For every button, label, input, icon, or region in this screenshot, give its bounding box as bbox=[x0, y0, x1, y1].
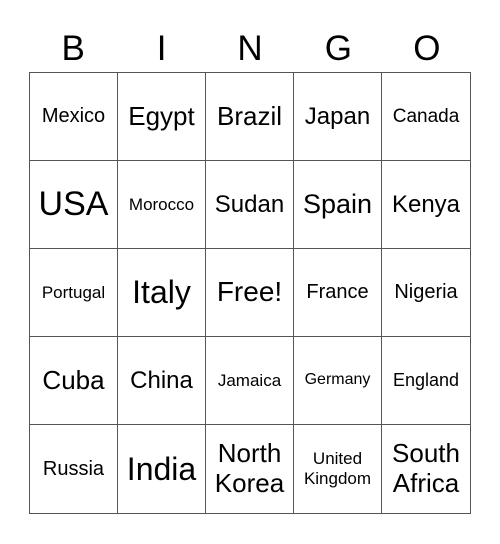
bingo-cell[interactable]: England bbox=[382, 337, 470, 425]
bingo-cell[interactable]: Spain bbox=[294, 161, 382, 249]
bingo-cell[interactable]: Germany bbox=[294, 337, 382, 425]
bingo-cell[interactable]: USA bbox=[30, 161, 118, 249]
bingo-cell[interactable]: Jamaica bbox=[206, 337, 294, 425]
header-letter-i: I bbox=[156, 29, 167, 68]
bingo-cell[interactable]: China bbox=[118, 337, 206, 425]
bingo-cell[interactable]: Canada bbox=[382, 73, 470, 161]
header-letter-b: B bbox=[61, 29, 85, 68]
bingo-cell[interactable]: Japan bbox=[294, 73, 382, 161]
bingo-cell[interactable]: India bbox=[118, 425, 206, 513]
bingo-cell[interactable]: Brazil bbox=[206, 73, 294, 161]
header-letter-o: O bbox=[413, 29, 441, 68]
bingo-cell[interactable]: Italy bbox=[118, 249, 206, 337]
bingo-cell[interactable]: United Kingdom bbox=[294, 425, 382, 513]
bingo-header: B I N G O bbox=[29, 26, 471, 72]
bingo-cell[interactable]: Nigeria bbox=[382, 249, 470, 337]
bingo-cell[interactable]: Cuba bbox=[30, 337, 118, 425]
bingo-cell[interactable]: Portugal bbox=[30, 249, 118, 337]
header-letter-g: G bbox=[324, 29, 353, 68]
bingo-cell[interactable]: South Africa bbox=[382, 425, 470, 513]
bingo-cell[interactable]: Free! bbox=[206, 249, 294, 337]
bingo-cell[interactable]: France bbox=[294, 249, 382, 337]
bingo-cell[interactable]: Mexico bbox=[30, 73, 118, 161]
bingo-grid: Mexico Egypt Brazil Japan Canada USA Morocco Su… bbox=[29, 72, 471, 514]
header-letter-n: N bbox=[237, 29, 263, 68]
bingo-cell[interactable]: Kenya bbox=[382, 161, 470, 249]
bingo-cell[interactable]: Egypt bbox=[118, 73, 206, 161]
bingo-cell[interactable]: Sudan bbox=[206, 161, 294, 249]
bingo-cell[interactable]: Morocco bbox=[118, 161, 206, 249]
bingo-cell[interactable]: Russia bbox=[30, 425, 118, 513]
bingo-cell[interactable]: North Korea bbox=[206, 425, 294, 513]
